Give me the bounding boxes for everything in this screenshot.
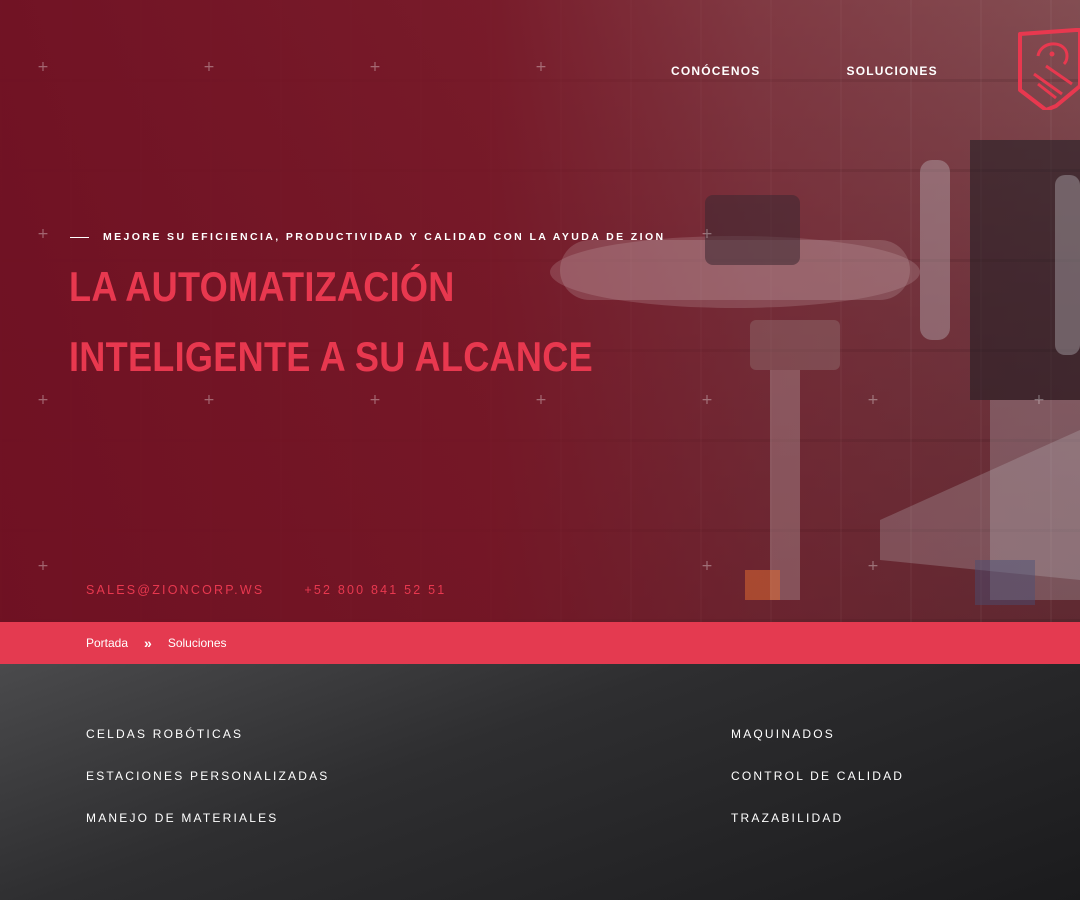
tagline-text: MEJORE SU EFICIENCIA, PRODUCTIVIDAD Y CA… [103,231,666,243]
solutions-list-left: CELDAS ROBÓTICAS ESTACIONES PERSONALIZAD… [86,727,330,826]
solution-link-manejo-de-materiales[interactable]: MANEJO DE MATERIALES [86,811,330,826]
solution-link-celdas-roboticas[interactable]: CELDAS ROBÓTICAS [86,727,330,742]
solutions-list-right: MAQUINADOS CONTROL DE CALIDAD TRAZABILID… [731,727,904,826]
grid-plus-marker: + [701,226,713,242]
tagline-rule [70,236,89,238]
solution-link-maquinados[interactable]: MAQUINADOS [731,727,904,742]
grid-plus-marker: + [37,59,49,75]
solution-link-control-de-calidad[interactable]: CONTROL DE CALIDAD [731,769,904,784]
grid-plus-marker: + [369,59,381,75]
grid-plus-marker: + [369,392,381,408]
grid-plus-marker: + [701,392,713,408]
hero-section: + + + + + + + + + + + + + + + + CONÓCENO… [0,0,1080,622]
grid-plus-marker: + [203,59,215,75]
grid-plus-marker: + [37,226,49,242]
contact-info: SALES@ZIONCORP.WS +52 800 841 52 51 [86,583,446,597]
grid-plus-marker: + [1033,392,1045,408]
breadcrumb-current: Soluciones [167,636,227,650]
solutions-section: CELDAS ROBÓTICAS ESTACIONES PERSONALIZAD… [0,664,1080,900]
hero-tagline: MEJORE SU EFICIENCIA, PRODUCTIVIDAD Y CA… [70,231,666,243]
grid-plus-marker: + [37,392,49,408]
breadcrumb: Portada » Soluciones [0,622,1080,664]
grid-plus-marker: + [867,558,879,574]
nav-item-conocenos[interactable]: CONÓCENOS [671,64,760,78]
email-link[interactable]: SALES@ZIONCORP.WS [86,583,264,597]
solution-link-trazabilidad[interactable]: TRAZABILIDAD [731,811,904,826]
nav-item-soluciones[interactable]: SOLUCIONES [846,64,937,78]
main-nav: CONÓCENOS SOLUCIONES [671,64,938,78]
grid-plus-marker: + [701,558,713,574]
breadcrumb-separator: » [144,635,152,651]
grid-plus-marker: + [203,392,215,408]
grid-plus-marker: + [535,392,547,408]
grid-plus-marker: + [535,59,547,75]
breadcrumb-home[interactable]: Portada [86,636,128,650]
phone-link[interactable]: +52 800 841 52 51 [304,583,446,597]
grid-plus-marker: + [37,558,49,574]
solution-link-estaciones-personalizadas[interactable]: ESTACIONES PERSONALIZADAS [86,769,330,784]
lion-shield-icon[interactable] [1016,26,1080,110]
grid-plus-marker: + [867,392,879,408]
page-title: LA AUTOMATIZACIÓN INTELIGENTE A SU ALCAN… [69,263,593,380]
